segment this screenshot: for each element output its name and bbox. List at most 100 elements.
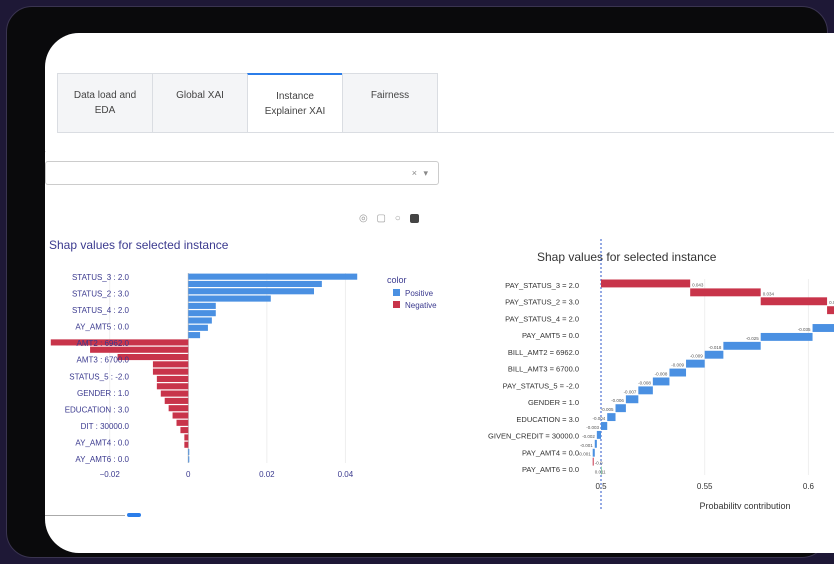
shap-bar [188,280,322,288]
waterfall-bar [827,306,834,315]
bar-value-label: -0.009 [671,363,684,368]
shap-bar [188,288,314,295]
tab-label: Fairness [370,90,410,101]
bar-value-label: -0.006 [611,398,624,403]
final-value-label: 0.011 [595,470,606,475]
x-tick-label: 0 [186,470,191,479]
y-tick-label: PAY_STATUS_5 = -2.0 [503,381,579,390]
tab-instance-explainer-xai[interactable]: Instance Explainer XAI [247,73,343,133]
y-tick-label: AMT2 : 6962.0 [77,339,130,348]
waterfall-bar [652,377,670,386]
waterfall-bar [592,457,594,466]
tab-global-xai[interactable]: Global XAI [152,73,248,133]
y-tick-label: EDUCATION = 3.0 [516,415,579,424]
y-tick-label: DIT : 30000.0 [81,422,130,431]
bar-value-label: -0.007 [624,389,637,394]
tab-divider [57,132,834,133]
legend-swatch [393,289,400,296]
legend-swatch [393,301,400,308]
waterfall-bar [594,439,597,448]
shap-bar [172,412,189,419]
y-tick-label: STATUS_3 : 2.0 [72,273,130,282]
waterfall-bar [704,350,724,359]
shap-bar [188,332,201,339]
waterfall-bar [615,404,626,413]
shap-bar [188,324,208,331]
chart-title: Shap values for selected instance [49,238,229,252]
shap-bar [180,427,189,434]
slider-handle[interactable] [127,513,141,517]
waterfall-bar [690,288,761,297]
y-tick-label: GIVEN_CREDIT = 30000.0 [488,432,579,441]
x-tick-label: 0.5 [595,482,607,491]
y-tick-label: PAY_AMT5 = 0.0 [522,331,579,340]
chevron-down-icon[interactable]: ▾ [423,168,430,178]
shap-bar [168,405,189,412]
y-tick-label: PAY_AMT6 = 0.0 [522,465,579,474]
clear-icon[interactable]: × [412,168,419,178]
shap-bar [188,456,190,463]
bar-value-label: -0.001 [580,443,593,448]
waterfall-bar [760,332,813,341]
bar-value-label: -0.005 [601,407,614,412]
bar-value-label: -0.008 [638,380,651,385]
chart-title: Shap values for selected instance [537,250,717,264]
y-tick-label: BILL_AMT3 = 6700.0 [508,365,579,374]
waterfall-bar [596,430,601,439]
shap-bar-chart: Shap values for selected instance −0.02 0 0… [49,238,437,479]
shap-bar [184,441,189,448]
device-frame: Data load and EDA Global XAI Instance Explai… [6,6,834,558]
legend-label: Positive [405,289,434,298]
waterfall-bar [760,297,828,306]
waterfall-bar [686,359,705,368]
waterfall-bar [592,448,595,457]
shap-bar [188,295,271,302]
bar-value-label: 0.034 [763,291,775,296]
shap-bar [188,302,216,309]
y-tick-label: AY_AMT5 : 0.0 [75,323,129,332]
slider-track[interactable] [45,515,125,516]
tab-label: EDA [94,105,116,116]
shap-bar [152,361,189,368]
legend-label: Negative [405,301,437,310]
y-tick-label: AY_AMT6 : 0.0 [75,455,129,464]
y-tick-label: BILL_AMT2 = 6962.0 [508,348,579,357]
bar-value-label: -0.025 [746,336,759,341]
waterfall-bar [601,422,608,430]
y-tick-label: STATUS_4 : 2.0 [72,306,130,315]
bar-value-label: -0.004 [592,416,605,421]
bar-value-label: -0.002 [582,434,595,439]
waterfall-bar [625,395,639,404]
shap-bar [164,397,189,404]
x-tick-label: −0.02 [100,470,121,479]
bar-value-label: -0.018 [709,345,722,350]
tab-label: Global XAI [176,90,224,101]
app-screen: Data load and EDA Global XAI Instance Explai… [45,33,834,553]
instance-select[interactable]: × ▾ [45,161,439,185]
y-tick-label: GENDER : 1.0 [77,389,130,398]
x-tick-label: 0.04 [338,470,354,479]
x-tick-label: 0.02 [259,470,275,479]
bar-value-label: -0.003 [586,425,599,430]
dropdown-controls: × ▾ [412,168,430,179]
shap-bar [188,273,358,280]
y-tick-label: PAY_STATUS_4 = 2.0 [505,314,579,323]
bar-value-label: -0.008 [655,372,668,377]
shap-waterfall-chart: Shap values for selected instance 0.5 0.55… [488,239,834,509]
shap-bar [188,310,216,317]
tab-data-load-and-eda[interactable]: Data load and EDA [57,73,153,133]
shap-bar [156,383,189,390]
shap-bar [152,368,189,375]
tab-fairness[interactable]: Fairness [342,73,438,133]
bar-value-label: -0.009 [690,354,703,359]
waterfall-bar [607,413,616,422]
y-tick-label: EDUCATION : 3.0 [65,405,130,414]
shap-bar [176,419,189,426]
tab-label: Explainer XAI [264,106,326,117]
shap-bar [156,375,189,383]
shap-bar [184,434,189,441]
shap-bar [188,317,212,324]
waterfall-bar [669,368,687,377]
bar-value-label: -0.035 [798,327,811,332]
y-tick-label: PAY_STATUS_3 = 2.0 [505,281,579,290]
